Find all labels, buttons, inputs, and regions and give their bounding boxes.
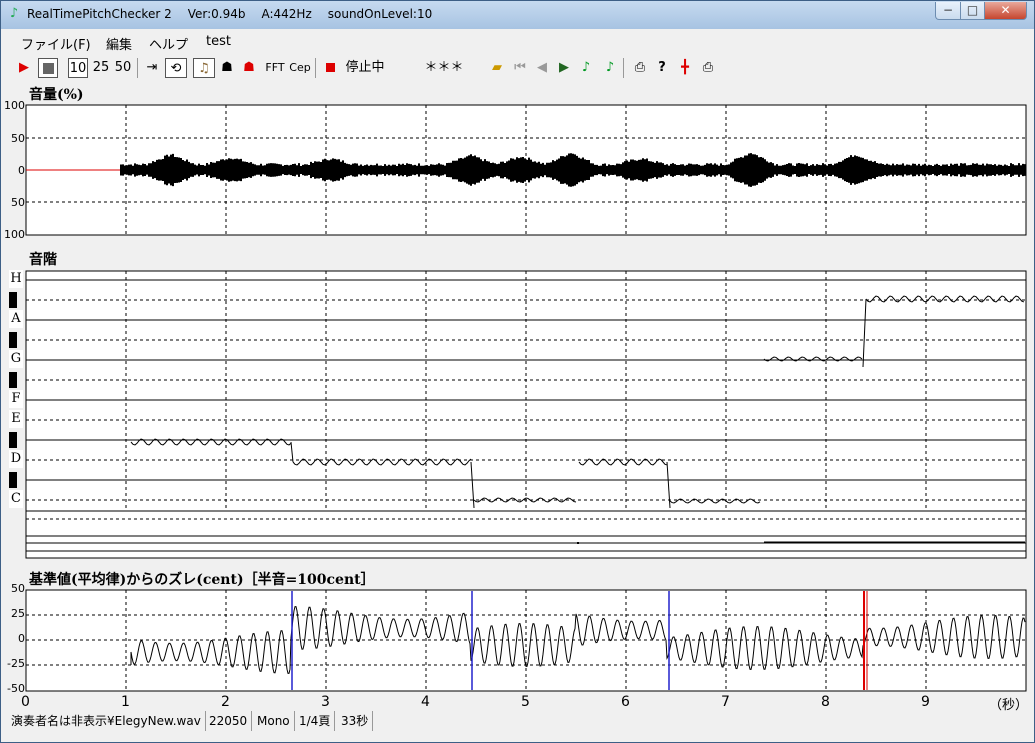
sub-plot-mark [577,542,579,544]
app-window: ♪ RealTimePitchChecker 2 Ver:0.94b A:442Hz… [0,0,1035,743]
graph-canvas [25,104,1027,692]
